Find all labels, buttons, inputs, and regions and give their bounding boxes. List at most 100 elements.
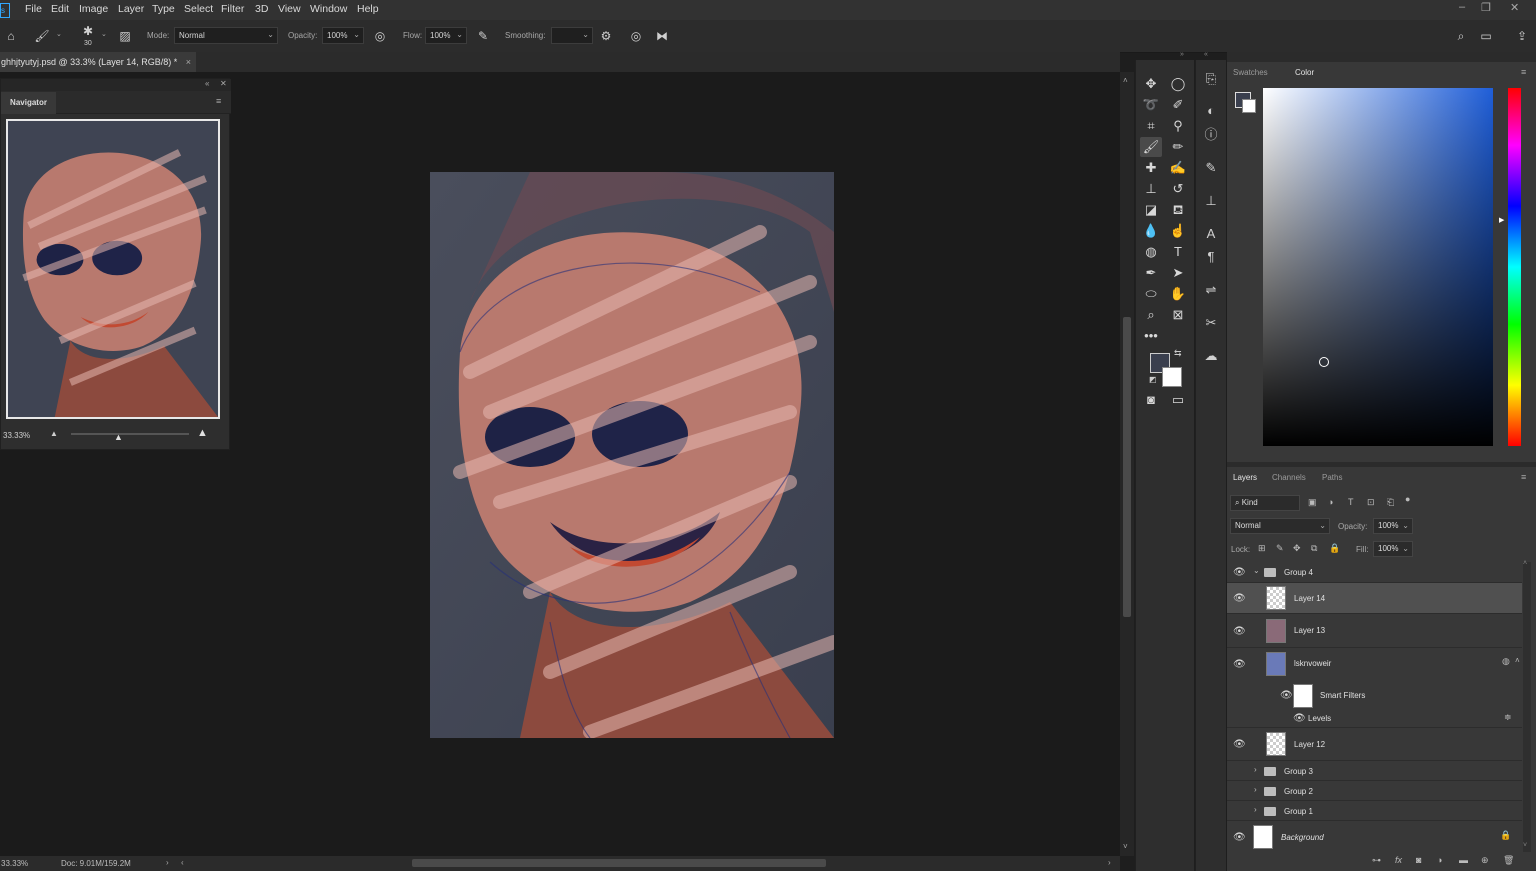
chevron-down-icon[interactable]: ⌄ [101,30,107,38]
panel-menu-icon[interactable]: ≡ [1521,67,1526,77]
filter-toggle-icon[interactable]: ● [1405,494,1410,504]
move-tool-icon[interactable]: ✥ [1140,74,1162,94]
opacity-field[interactable]: 100% ⌄ [322,27,364,44]
lasso-tool-icon[interactable]: ➰ [1140,95,1162,115]
lock-all-icon[interactable]: 🔒 [1329,543,1340,554]
tool-presets-panel-icon[interactable]: ✂ [1202,314,1220,332]
lock-pixels-icon[interactable]: ✎ [1276,543,1284,554]
adjustments-panel-icon[interactable]: ◐ [1202,102,1220,120]
quick-mask-icon[interactable]: ◙ [1140,390,1162,410]
brush-settings-panel-icon[interactable]: ✎ [1202,159,1220,177]
menu-window[interactable]: Window [310,3,347,15]
eye-icon[interactable]: 👁 [1233,659,1246,670]
background-color-swatch[interactable] [1162,367,1182,387]
pen-tool-icon[interactable]: ✒ [1140,263,1162,283]
scroll-left-icon[interactable]: ‹ [181,858,184,867]
tab-paths[interactable]: Paths [1316,467,1348,489]
share-icon[interactable]: ⇪ [1514,28,1530,44]
layer-row-layer-12[interactable]: 👁 Layer 12 [1227,728,1522,761]
close-tab-icon[interactable]: × [186,57,191,67]
scroll-up-icon[interactable]: ˄ [1523,560,1527,567]
default-colors-icon[interactable]: ◩ [1149,375,1157,384]
clone-stamp-tool-icon[interactable]: ⊥ [1140,179,1162,199]
minimize-icon[interactable]: – [1459,1,1465,13]
libraries-panel-icon[interactable]: ☁ [1202,347,1220,365]
brush-settings-icon[interactable]: ▨ [117,28,133,44]
zoom-tool-icon[interactable]: ⌕ [1140,305,1162,325]
ellipse-tool-icon[interactable]: ⬭ [1140,284,1162,304]
lock-position-icon[interactable]: ✥ [1293,543,1301,554]
pressure-size-icon[interactable]: ◎ [628,28,644,44]
quick-select-tool-icon[interactable]: ✐ [1167,95,1189,115]
screen-mode-icon[interactable]: ▭ [1167,390,1189,410]
adjustment-layer-icon[interactable]: ◑ [1437,855,1442,865]
sponge-tool-icon[interactable]: ◍ [1140,242,1162,262]
layer-row-layer-14[interactable]: 👁 Layer 14 [1227,583,1522,614]
menu-file[interactable]: File [25,3,42,15]
scroll-right-icon[interactable]: › [1108,858,1111,867]
history-brush-tool-icon[interactable]: ↺ [1167,179,1189,199]
more-tools-icon[interactable]: ••• [1140,326,1162,346]
frame-tool-icon[interactable]: ⊠ [1167,305,1189,325]
link-layers-icon[interactable]: ⊶ [1372,855,1381,866]
eraser-tool-icon[interactable]: ◪ [1140,200,1162,220]
flow-field[interactable]: 100% ⌄ [425,27,467,44]
collapse-icon[interactable]: » [1180,51,1184,58]
path-select-tool-icon[interactable]: ➤ [1167,263,1189,283]
layer-row-lsknvoweir[interactable]: 👁 lsknvoweir ◍ ˄ [1227,648,1522,681]
home-icon[interactable]: ⌂ [3,28,19,44]
color-picker-cursor[interactable] [1319,357,1329,367]
new-group-icon[interactable]: ▬ [1459,855,1468,865]
zoom-slider-thumb[interactable]: ▲ [114,432,123,442]
search-icon[interactable]: ⌕ [1453,28,1469,44]
layer-row-group-1[interactable]: › Group 1 [1227,801,1522,821]
smudge-tool-icon[interactable]: ☝ [1167,221,1189,241]
close-panel-icon[interactable]: ✕ [220,79,227,88]
properties-panel-icon[interactable]: ⇌ [1202,281,1220,299]
menu-type[interactable]: Type [152,3,175,15]
menu-layer[interactable]: Layer [118,3,144,15]
mixer-brush-tool-icon[interactable]: ✍ [1167,158,1189,178]
scroll-down-icon[interactable]: ˅ [1123,842,1128,851]
document-canvas[interactable] [430,172,834,738]
marquee-tool-icon[interactable]: ◯ [1167,74,1189,94]
paragraph-panel-icon[interactable]: ¶ [1202,248,1220,266]
layer-row-background[interactable]: 👁 Background 🔒 [1227,821,1522,853]
eye-icon[interactable]: 👁 [1280,690,1293,701]
tab-color[interactable]: Color [1289,62,1321,84]
zoom-out-icon[interactable]: ▲ [50,429,58,438]
filter-options-icon[interactable]: ≑ [1504,712,1512,723]
zoom-slider-track[interactable] [71,433,189,435]
chevron-up-icon[interactable]: ˄ [1515,656,1520,665]
panel-menu-icon[interactable]: ≡ [1521,472,1526,482]
lock-transparent-icon[interactable]: ⊞ [1258,543,1266,554]
chevron-down-icon[interactable]: ⌄ [1253,566,1260,575]
chevron-right-icon[interactable]: › [1254,805,1257,814]
eye-icon[interactable]: 👁 [1233,626,1246,637]
eyedropper-tool-icon[interactable]: ⚲ [1167,116,1189,136]
collapse-icon[interactable]: « [1204,51,1208,58]
brush-tool-icon[interactable]: 🖌 [1140,137,1162,157]
vertical-scrollbar[interactable]: ˄ ˅ [1120,72,1134,856]
swap-colors-icon[interactable]: ⇆ [1174,348,1182,359]
tab-channels[interactable]: Channels [1266,467,1312,489]
symmetry-icon[interactable]: ⧓ [654,28,670,44]
menu-help[interactable]: Help [357,3,379,15]
chevron-right-icon[interactable]: › [1254,785,1257,794]
eye-icon[interactable]: 👁 [1233,593,1246,604]
menu-image[interactable]: Image [79,3,108,15]
layer-row-group-2[interactable]: › Group 2 [1227,781,1522,801]
hue-slider-pointer[interactable]: ▶ [1499,216,1504,224]
smart-filter-icon[interactable]: ◍ [1502,656,1510,667]
eye-toggle-empty[interactable] [1233,765,1243,775]
layer-row-group-4[interactable]: 👁 ⌄ Group 4 [1227,562,1522,583]
menu-filter[interactable]: Filter [221,3,244,15]
status-arrow-icon[interactable]: › [166,858,169,867]
pressure-opacity-icon[interactable]: ◎ [372,28,388,44]
tab-layers[interactable]: Layers [1227,467,1264,489]
navigator-thumbnail[interactable] [6,119,220,419]
restore-icon[interactable]: ❐ [1481,1,1491,14]
blur-tool-icon[interactable]: 💧 [1140,221,1162,241]
color-picker-field[interactable] [1263,88,1493,446]
horizontal-scrollbar-thumb[interactable] [412,859,826,867]
